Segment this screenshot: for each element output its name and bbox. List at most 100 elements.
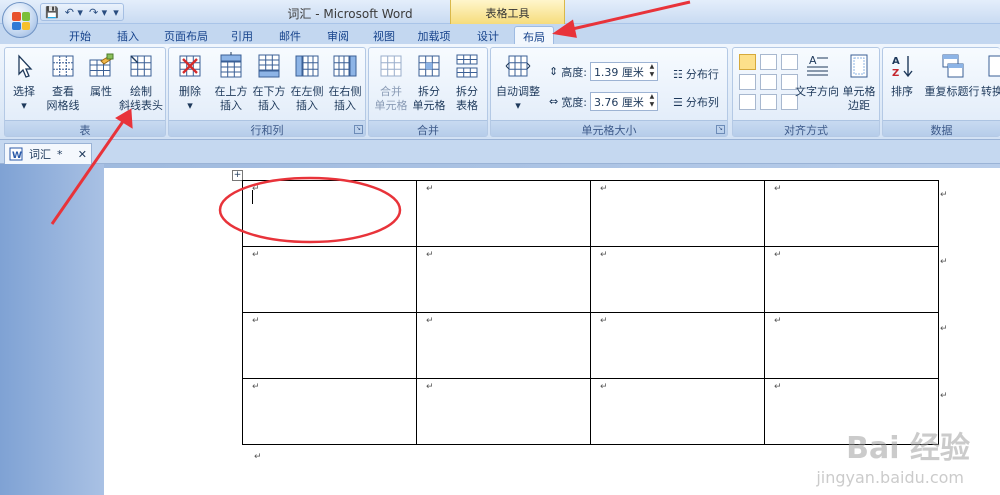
cell-margins-button[interactable]: 单元格 边距: [839, 52, 879, 113]
select-button[interactable]: 选择 ▾: [9, 52, 39, 113]
close-document-icon[interactable]: ✕: [78, 148, 87, 161]
table-cell[interactable]: ↵: [242, 180, 417, 247]
baidu-watermark: Bai 经验: [846, 431, 970, 466]
document-tab-bar: W 词汇 * ✕: [0, 140, 1000, 164]
cell-size-launcher-icon[interactable]: ↘: [716, 125, 725, 134]
view-gridlines-button[interactable]: 查看 网格线: [43, 52, 83, 113]
align-bottom-left-icon[interactable]: [739, 94, 756, 110]
tab-references[interactable]: 引用: [222, 26, 262, 44]
svg-text:Z: Z: [892, 68, 899, 79]
distribute-rows-icon: ☷: [673, 67, 683, 81]
cell-margins-icon: [850, 54, 868, 78]
tab-addins[interactable]: 加载项: [412, 26, 456, 44]
text-direction-icon: A: [807, 54, 828, 76]
table-cell[interactable]: ↵: [242, 246, 417, 313]
column-width-input[interactable]: 3.76 厘米 ▲ ▼: [589, 92, 658, 111]
column-width-control: ⇔ 宽度: 3.76 厘米 ▲ ▼: [549, 92, 658, 111]
table-cell[interactable]: ↵: [590, 312, 765, 379]
end-of-row-mark: ↵: [940, 391, 948, 401]
table-row: ↵ ↵ ↵ ↵: [242, 246, 939, 313]
table-cell[interactable]: ↵: [242, 378, 417, 445]
row-height-control: ⇕ 高度: 1.39 厘米 ▲ ▼: [549, 62, 658, 81]
table-cell[interactable]: ↵: [764, 180, 939, 247]
repeat-header-rows-button[interactable]: 重复标题行: [923, 52, 981, 99]
draw-diagonal-header-button[interactable]: 绘制 斜线表头: [117, 52, 165, 113]
distribute-columns-button[interactable]: ☰ 分布列: [673, 94, 719, 110]
split-cells-icon: [418, 55, 440, 77]
delete-button[interactable]: 删除 ▾: [173, 52, 207, 113]
merge-cells-button[interactable]: 合并 单元格: [373, 52, 409, 113]
row-height-input[interactable]: 1.39 厘米 ▲ ▼: [589, 62, 658, 81]
tab-view[interactable]: 视图: [364, 26, 404, 44]
table-cell[interactable]: ↵: [590, 378, 765, 445]
table-cell[interactable]: ↵: [764, 246, 939, 313]
table-cell[interactable]: ↵: [416, 180, 591, 247]
distribute-columns-icon: ☰: [673, 95, 683, 109]
split-cells-button[interactable]: 拆分 单元格: [411, 52, 447, 113]
table-cell[interactable]: ↵: [416, 378, 591, 445]
table-cell[interactable]: ↵: [590, 180, 765, 247]
convert-button[interactable]: 转换: [981, 52, 1000, 99]
office-button[interactable]: [2, 2, 38, 38]
alignment-group-label: 对齐方式: [733, 120, 879, 137]
table-cell[interactable]: ↵: [416, 246, 591, 313]
tab-home[interactable]: 开始: [60, 26, 100, 44]
diagonal-header-icon: [130, 55, 152, 77]
ribbon-tab-row: 开始 插入 页面布局 引用 邮件 审阅 视图 加载项 设计 布局: [0, 24, 1000, 45]
end-of-row-mark: ↵: [940, 257, 948, 267]
align-top-left-icon[interactable]: [739, 54, 756, 70]
merge-group-label: 合并: [369, 120, 487, 137]
sort-az-icon: AZ: [892, 56, 913, 79]
data-group: AZ 排序 重复标题行 转换 数据: [882, 47, 1000, 137]
table-cell[interactable]: ↵: [590, 246, 765, 313]
tab-mailings[interactable]: 邮件: [270, 26, 310, 44]
row-height-icon: ⇕: [549, 65, 559, 78]
gridlines-icon: [52, 55, 74, 77]
end-of-row-mark: ↵: [940, 324, 948, 334]
distribute-rows-button[interactable]: ☷ 分布行: [673, 66, 719, 82]
window-title: 词汇 - Microsoft Word: [287, 7, 413, 21]
autofit-button[interactable]: 自动调整 ▾: [495, 52, 541, 113]
align-middle-center-icon[interactable]: [760, 74, 777, 90]
rows-columns-group: 删除 ▾ 在上方 插入 在下方 插入 在左侧 插入 在右侧 插入 行和列 ↘: [168, 47, 366, 137]
document-tab[interactable]: W 词汇 * ✕: [4, 143, 92, 164]
table-cell[interactable]: ↵: [764, 312, 939, 379]
baidu-watermark-url: jingyan.baidu.com: [816, 468, 964, 487]
table-cell[interactable]: ↵: [416, 312, 591, 379]
left-margin-area: [0, 164, 104, 495]
align-bottom-center-icon[interactable]: [760, 94, 777, 110]
align-top-center-icon[interactable]: [760, 54, 777, 70]
table-properties-icon: [89, 53, 114, 77]
spin-arrows-icon[interactable]: ▲ ▼: [647, 93, 657, 110]
insert-below-button[interactable]: 在下方 插入: [251, 52, 287, 113]
table-tools-context-label: 表格工具: [450, 0, 565, 24]
table-group: 选择 ▾ 查看 网格线 属性 绘制 斜线表头 表: [4, 47, 166, 137]
spin-arrows-icon[interactable]: ▲ ▼: [647, 63, 657, 80]
svg-text:W: W: [12, 151, 22, 161]
paragraph-mark: ↵: [254, 452, 262, 462]
properties-button[interactable]: 属性: [85, 52, 117, 99]
insert-left-button[interactable]: 在左侧 插入: [289, 52, 325, 113]
split-table-button[interactable]: 拆分 表格: [449, 52, 485, 113]
text-direction-button[interactable]: A 文字方向: [795, 52, 839, 99]
rows-columns-launcher-icon[interactable]: ↘: [354, 125, 363, 134]
office-logo-icon: [12, 12, 30, 30]
merge-cells-icon: [380, 55, 402, 77]
tab-insert[interactable]: 插入: [108, 26, 148, 44]
insert-right-button[interactable]: 在右侧 插入: [327, 52, 363, 113]
tab-layout[interactable]: 布局: [514, 26, 554, 45]
tab-page-layout[interactable]: 页面布局: [158, 26, 214, 44]
tab-review[interactable]: 审阅: [318, 26, 358, 44]
split-table-icon: [456, 54, 478, 78]
svg-text:A: A: [892, 56, 900, 67]
sort-button[interactable]: AZ 排序: [887, 52, 917, 99]
merge-group: 合并 单元格 拆分 单元格 拆分 表格 合并: [368, 47, 488, 137]
align-middle-left-icon[interactable]: [739, 74, 756, 90]
table-row: ↵ ↵ ↵ ↵: [242, 378, 939, 445]
table-cell[interactable]: ↵: [242, 312, 417, 379]
document-table[interactable]: ↵ ↵ ↵ ↵ ↵ ↵ ↵ ↵ ↵ ↵ ↵ ↵ ↵ ↵ ↵ ↵: [242, 180, 939, 445]
table-group-label: 表: [5, 120, 165, 137]
insert-above-button[interactable]: 在上方 插入: [213, 52, 249, 113]
cell-size-group-label: 单元格大小: [491, 120, 727, 137]
tab-design[interactable]: 设计: [468, 26, 508, 44]
